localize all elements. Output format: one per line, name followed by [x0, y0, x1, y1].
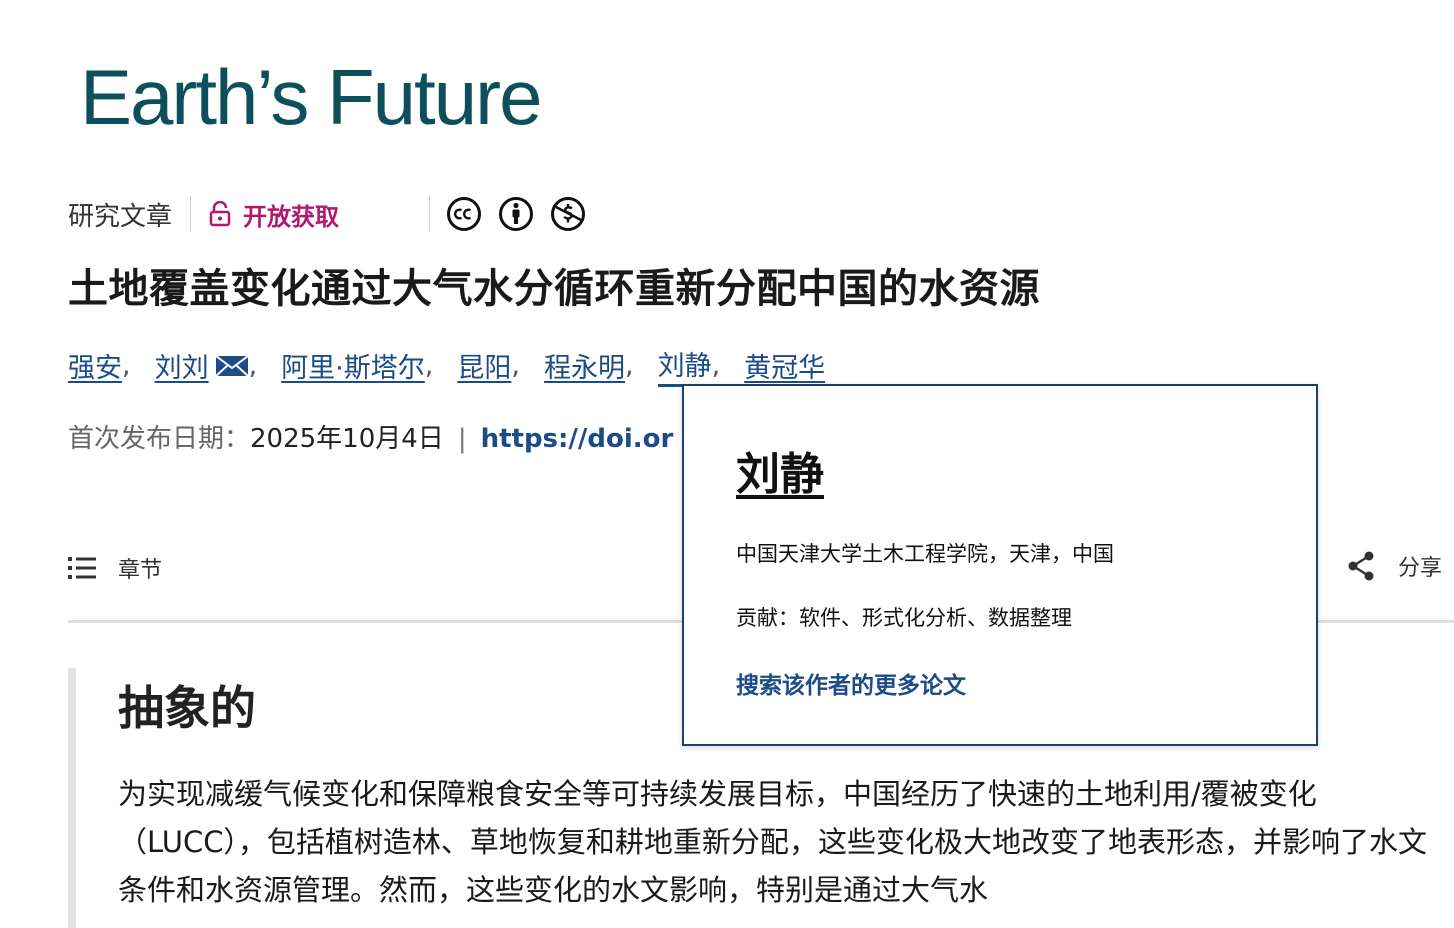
article-title: 土地覆盖变化通过大气水分循环重新分配中国的水资源: [68, 266, 1040, 312]
author-separator: ,: [711, 350, 721, 381]
article-type-label: 研究文章: [68, 201, 173, 232]
author-separator: ,: [624, 350, 634, 381]
publication-info: 首次发布日期：2025年10月4日 | https://doi.or: [68, 418, 673, 455]
divider: [190, 196, 192, 232]
author-list: 强安, 刘刘 , 阿里·斯塔尔, 昆阳, 程永明, 刘静, 黄冠华: [68, 344, 825, 387]
pubdate-separator: |: [457, 424, 467, 454]
author-separator: ,: [424, 350, 434, 381]
lock-open-icon: [209, 201, 231, 227]
author-link[interactable]: 程永明: [544, 346, 625, 385]
author-link[interactable]: 阿里·斯塔尔: [281, 346, 425, 385]
open-access-label: 开放获取: [243, 202, 340, 231]
popup-affiliation: 中国天津大学土木工程学院，天津，中国: [736, 542, 1114, 566]
sections-button[interactable]: 章节: [68, 552, 162, 584]
doi-link[interactable]: https://doi.or: [481, 424, 674, 454]
pubdate-value: 2025年10月4日: [250, 424, 444, 454]
author-link-active[interactable]: 刘静: [657, 344, 712, 387]
author-link[interactable]: 黄冠华: [744, 346, 825, 385]
popup-contribution: 贡献：软件、形式化分析、数据整理: [736, 606, 1072, 630]
journal-logo[interactable]: Earth’s Future: [80, 58, 542, 136]
author-info-popup: 刘静 中国天津大学土木工程学院，天津，中国 贡献：软件、形式化分析、数据整理 搜…: [682, 384, 1318, 746]
license-icons[interactable]: [429, 196, 602, 232]
cc-icon[interactable]: [446, 196, 482, 232]
sections-label: 章节: [118, 558, 163, 583]
list-icon: [68, 557, 96, 579]
author-separator: ,: [511, 350, 520, 381]
article-meta-row: 研究文章 开放获取: [68, 194, 602, 234]
divider: [429, 196, 431, 232]
by-attribution-icon[interactable]: [498, 196, 534, 232]
noncommercial-icon[interactable]: [550, 196, 586, 232]
abstract-heading: 抽象的: [118, 681, 256, 735]
author-link[interactable]: 强安: [68, 346, 122, 385]
pubdate-label: 首次发布日期：: [68, 424, 251, 454]
share-icon: [1348, 551, 1374, 581]
abstract-text: 为实现减缓气候变化和保障粮食安全等可持续发展目标，中国经历了快速的土地利用/覆被…: [118, 777, 1427, 907]
author-separator: ,: [122, 350, 131, 381]
author-separator: ,: [248, 350, 258, 381]
share-button[interactable]: 分享: [1346, 550, 1442, 582]
open-access-badge[interactable]: 开放获取: [209, 197, 339, 232]
abstract-accent-bar: [68, 668, 76, 928]
email-icon[interactable]: [214, 354, 249, 378]
popup-author-name[interactable]: 刘静: [736, 438, 824, 502]
author-link[interactable]: 昆阳: [457, 346, 511, 385]
author-link[interactable]: 刘刘: [155, 346, 209, 385]
search-author-papers-link[interactable]: 搜索该作者的更多论文: [736, 666, 966, 700]
share-label: 分享: [1398, 556, 1443, 581]
